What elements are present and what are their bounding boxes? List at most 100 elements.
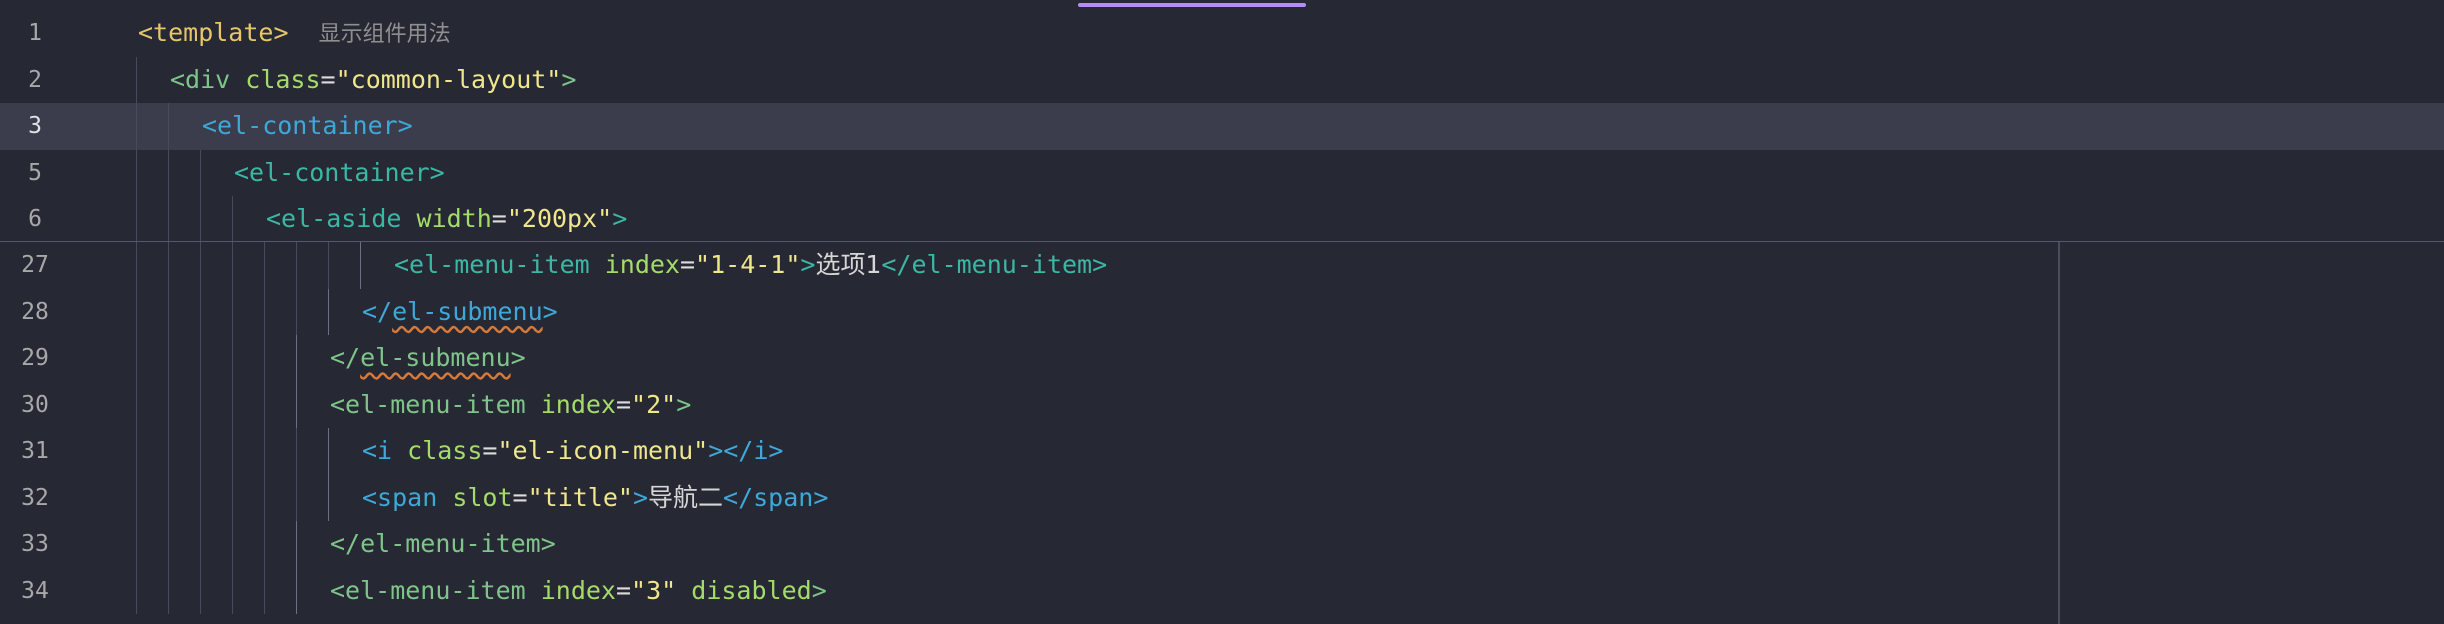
line-number: 2 [28, 66, 42, 93]
indent-guide [232, 567, 233, 614]
indent-guide [232, 335, 233, 382]
code-token: = [320, 64, 336, 94]
code-line[interactable]: 32 <span slot="title">导航二</span> [0, 474, 2444, 521]
code-token: el-submenu [360, 343, 511, 372]
line-number: 30 [21, 391, 49, 418]
code-line[interactable]: 34 <el-menu-item index="3" disabled> [0, 567, 2444, 614]
code-line[interactable]: 31 <i class="el-icon-menu"></i> [0, 428, 2444, 475]
code-token: index [540, 389, 616, 419]
code-line[interactable]: 2 <div class="common-layout"> [0, 56, 2444, 103]
indent-guide [264, 381, 265, 428]
code-token: <div [170, 64, 246, 94]
code-token: 导航二 [648, 482, 724, 512]
code-token: <el-menu-item [330, 575, 541, 605]
indent-guide [264, 567, 265, 614]
indent-guide [264, 428, 265, 475]
code-line-content: </el-submenu> [330, 335, 526, 382]
line-number: 5 [28, 159, 42, 186]
code-token: > [676, 389, 692, 419]
code-token: <template> [138, 18, 289, 47]
indent-guide [168, 381, 169, 428]
indent-guide [136, 474, 137, 521]
indent-guide [232, 521, 233, 568]
code-line-content: <el-menu-item index="1-4-1">选项1</el-menu… [394, 242, 1107, 289]
horizontal-scroll-thumb[interactable] [1078, 3, 1306, 7]
indent-guide [200, 149, 201, 196]
indent-guide [168, 428, 169, 475]
code-line-content: <i class="el-icon-menu"></i> [362, 428, 783, 475]
code-line[interactable]: 6 <el-aside width="200px"> [0, 196, 2444, 243]
line-number: 33 [21, 531, 49, 557]
code-token: "1-4-1" [695, 250, 801, 279]
code-token: </el-menu-item> [330, 529, 556, 558]
indent-guide [136, 196, 137, 243]
line-number: 31 [21, 438, 49, 464]
code-token: "3" [631, 575, 677, 605]
indent-guide [232, 242, 233, 289]
indent-guide [328, 288, 329, 335]
indent-guide [136, 381, 137, 428]
code-token: <el-container> [234, 157, 445, 187]
indent-guide [168, 474, 169, 521]
code-line[interactable]: 30 <el-menu-item index="2"> [0, 381, 2444, 429]
code-token: index [604, 250, 680, 279]
code-token: index [540, 575, 616, 605]
indent-guide [136, 335, 137, 382]
code-line[interactable]: 27 <el-menu-item index="1-4-1">选项1</el-me… [0, 242, 2444, 289]
indent-guide [200, 288, 201, 335]
code-line[interactable]: 29 </el-submenu> [0, 335, 2444, 382]
line-number: 34 [21, 577, 49, 604]
code-line[interactable]: 33 </el-menu-item> [0, 521, 2444, 568]
indent-guide [328, 474, 329, 521]
line-number: 1 [28, 20, 42, 46]
code-token: class [245, 64, 321, 94]
indent-guide [232, 381, 233, 428]
code-token: <el-aside [266, 204, 417, 233]
indent-guide [136, 521, 137, 568]
indent-guide [200, 335, 201, 382]
code-token: <el-menu-item [394, 250, 605, 279]
indent-guide [200, 242, 201, 289]
code-token: width [416, 204, 492, 233]
code-token: <i [362, 436, 408, 465]
code-token: </ [362, 296, 393, 326]
indent-guide [232, 474, 233, 521]
line-number: 28 [21, 298, 49, 325]
indent-guide [296, 335, 297, 382]
code-token: </el-menu-item> [881, 250, 1108, 279]
code-editor[interactable]: 1 <template> 显示组件用法 2 <div class="common-la… [0, 0, 2444, 624]
code-token: > [632, 482, 649, 512]
indent-guide [136, 149, 137, 196]
code-token: > [561, 64, 577, 94]
code-token: "2" [631, 389, 677, 419]
code-line[interactable]: 28 </el-submenu> [0, 288, 2444, 335]
line-number: 6 [28, 206, 42, 232]
indent-guide [360, 242, 361, 289]
indent-guide [168, 103, 169, 150]
code-token: > [612, 204, 628, 233]
code-line-content: <el-container> [202, 103, 413, 150]
code-token: disabled [691, 575, 812, 605]
indent-guide [136, 567, 137, 614]
indent-guide [168, 288, 169, 335]
indent-guide [232, 428, 233, 475]
code-line-content: <el-menu-item index="2"> [330, 382, 691, 429]
indent-guide [296, 288, 297, 335]
indent-guide [200, 521, 201, 568]
code-token: el-submenu [392, 296, 543, 326]
code-line-content: <template> 显示组件用法 [138, 10, 451, 57]
code-token: > [542, 296, 558, 326]
indent-guide [136, 242, 137, 289]
right-margin-ruler [2058, 242, 2060, 624]
indent-guide [200, 428, 201, 475]
code-line[interactable]: 5 <el-container> [0, 149, 2444, 196]
code-line[interactable]: 3 <el-container> [0, 103, 2444, 150]
code-line[interactable]: 1 <template> 显示组件用法 [0, 10, 2444, 57]
indent-guide [328, 242, 329, 289]
code-token: <el-menu-item [330, 389, 541, 419]
code-token: "common-layout" [335, 64, 562, 94]
code-token: = [615, 575, 632, 605]
code-token: <span [362, 482, 453, 512]
code-line-content: </el-menu-item> [330, 521, 556, 568]
